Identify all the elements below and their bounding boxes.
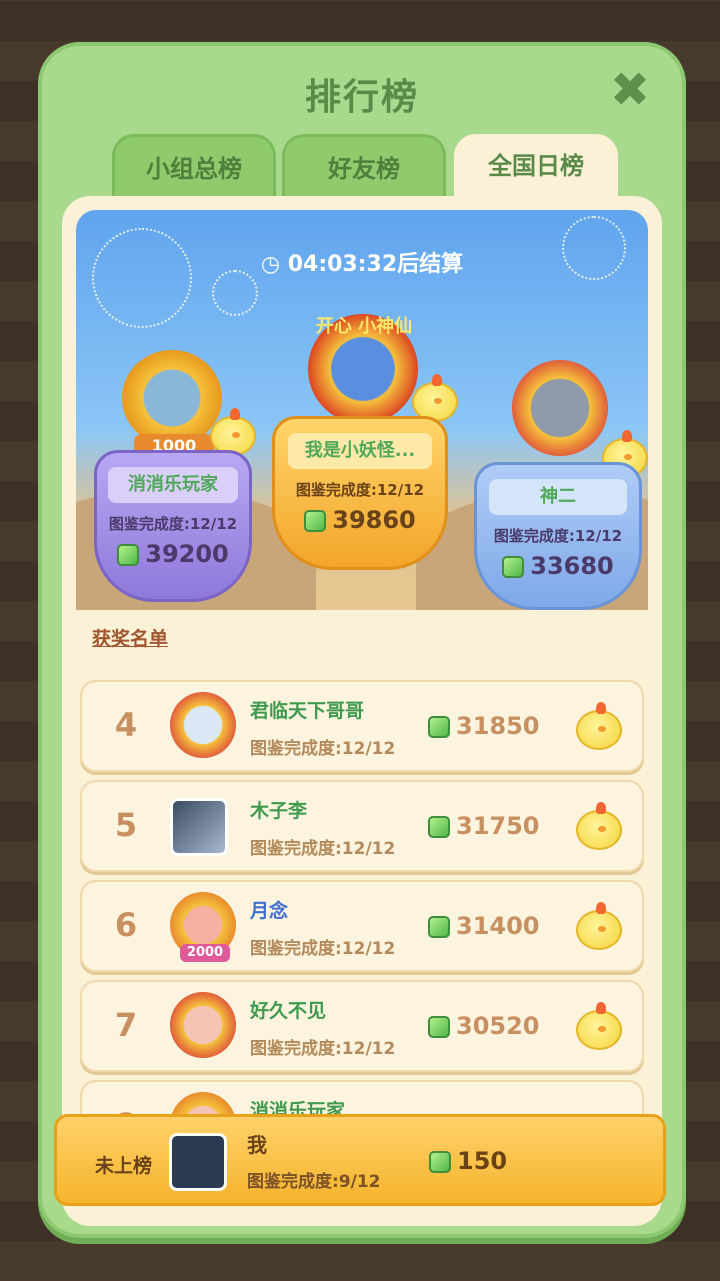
list-item[interactable]: 4 君临天下哥哥 图鉴完成度:12/12 31850 — [80, 680, 644, 772]
rank3-score-wrap: 33680 — [477, 552, 639, 580]
rank1-score-wrap: 39860 — [275, 506, 445, 534]
player-name: 好久不见 — [250, 1000, 327, 1022]
rank-number: 4 — [114, 706, 138, 744]
leaderboard-panel: 排行榜 ✖ 小组总榜 好友榜 全国日榜 ◷ 04:03:32后结算 1000 消… — [38, 42, 686, 1238]
avatar — [170, 692, 236, 758]
rank1-progress: 图鉴完成度:12/12 — [295, 481, 425, 499]
player-name: 君临天下哥哥 — [250, 700, 365, 722]
player-name: 月念 — [250, 900, 289, 922]
rank1-score: 39860 — [332, 506, 416, 534]
score: 31750 — [428, 812, 540, 840]
firework-decoration — [92, 228, 192, 328]
my-name: 我 — [247, 1133, 267, 1157]
rank1-badge: 我是小妖怪... 图鉴完成度:12/12 39860 — [272, 416, 448, 570]
rank3-badge: 神二 图鉴完成度:12/12 33680 — [474, 462, 642, 610]
rank-number: 6 — [114, 906, 138, 944]
timer-text: 04:03:32后结算 — [287, 252, 464, 277]
rank1-name: 我是小妖怪... — [287, 433, 433, 469]
avatar-frame-label: 2000 — [180, 944, 230, 962]
gem-icon — [429, 1151, 451, 1173]
rank-number: 7 — [114, 1006, 138, 1044]
gem-icon — [428, 816, 450, 838]
progress-text: 图鉴完成度:12/12 — [250, 939, 396, 959]
chick-icon[interactable] — [576, 702, 622, 750]
rank2-name: 消消乐玩家 — [108, 467, 238, 503]
gem-icon — [304, 510, 327, 532]
close-icon[interactable]: ✖ — [608, 66, 652, 114]
avatar — [170, 992, 236, 1058]
player-name: 木子李 — [250, 800, 308, 822]
gem-icon — [428, 916, 450, 938]
chick-icon[interactable] — [576, 902, 622, 950]
gem-icon — [502, 556, 525, 578]
tab-national-daily[interactable]: 全国日榜 — [454, 134, 618, 198]
chick-icon[interactable] — [576, 1002, 622, 1050]
my-avatar — [169, 1133, 227, 1191]
rank2-progress: 图鉴完成度:12/12 — [108, 515, 238, 533]
tab-group-total[interactable]: 小组总榜 — [112, 134, 276, 198]
avatar — [170, 798, 228, 856]
leaderboard-content: ◷ 04:03:32后结算 1000 消消乐玩家 图鉴完成度:12/12 392… — [62, 196, 662, 1226]
rank2-badge: 消消乐玩家 图鉴完成度:12/12 39200 — [94, 450, 252, 602]
rank3-progress: 图鉴完成度:12/12 — [493, 527, 623, 545]
rank2-score: 39200 — [145, 540, 229, 568]
rank-number: 5 — [114, 806, 138, 844]
rank3-name: 神二 — [489, 479, 627, 515]
my-score: 150 — [429, 1147, 507, 1175]
progress-text: 图鉴完成度:12/12 — [250, 739, 396, 759]
gem-icon — [117, 544, 140, 566]
my-rank-bar[interactable]: 未上榜 我 图鉴完成度:9/12 150 — [54, 1114, 666, 1206]
score: 30520 — [428, 1012, 540, 1040]
my-progress: 图鉴完成度:9/12 — [247, 1172, 381, 1192]
my-rank-status: 未上榜 — [95, 1155, 153, 1177]
list-item[interactable]: 5 木子李 图鉴完成度:12/12 31750 — [80, 780, 644, 872]
list-item[interactable]: 7 好久不见 图鉴完成度:12/12 30520 — [80, 980, 644, 1072]
rank1-frame-label: 开心 小神仙 — [315, 316, 413, 337]
chick-icon[interactable] — [576, 802, 622, 850]
winners-list-label: 获奖名单 — [92, 628, 169, 650]
podium-area: ◷ 04:03:32后结算 1000 消消乐玩家 图鉴完成度:12/12 392… — [76, 210, 648, 610]
gem-icon — [428, 1016, 450, 1038]
tab-friends[interactable]: 好友榜 — [282, 134, 446, 198]
score: 31850 — [428, 712, 540, 740]
gem-icon — [428, 716, 450, 738]
rank3-score: 33680 — [530, 552, 614, 580]
settle-timer: ◷ 04:03:32后结算 — [76, 246, 648, 278]
score: 31400 — [428, 912, 540, 940]
panel-title: 排行榜 — [304, 77, 419, 118]
progress-text: 图鉴完成度:12/12 — [250, 1039, 396, 1059]
rank2-avatar[interactable] — [122, 350, 222, 446]
list-item[interactable]: 6 2000 月念 图鉴完成度:12/12 31400 — [80, 880, 644, 972]
progress-text: 图鉴完成度:12/12 — [250, 839, 396, 859]
rank2-score-wrap: 39200 — [97, 540, 249, 568]
rank3-avatar[interactable] — [512, 360, 608, 456]
clock-icon: ◷ — [260, 252, 281, 277]
